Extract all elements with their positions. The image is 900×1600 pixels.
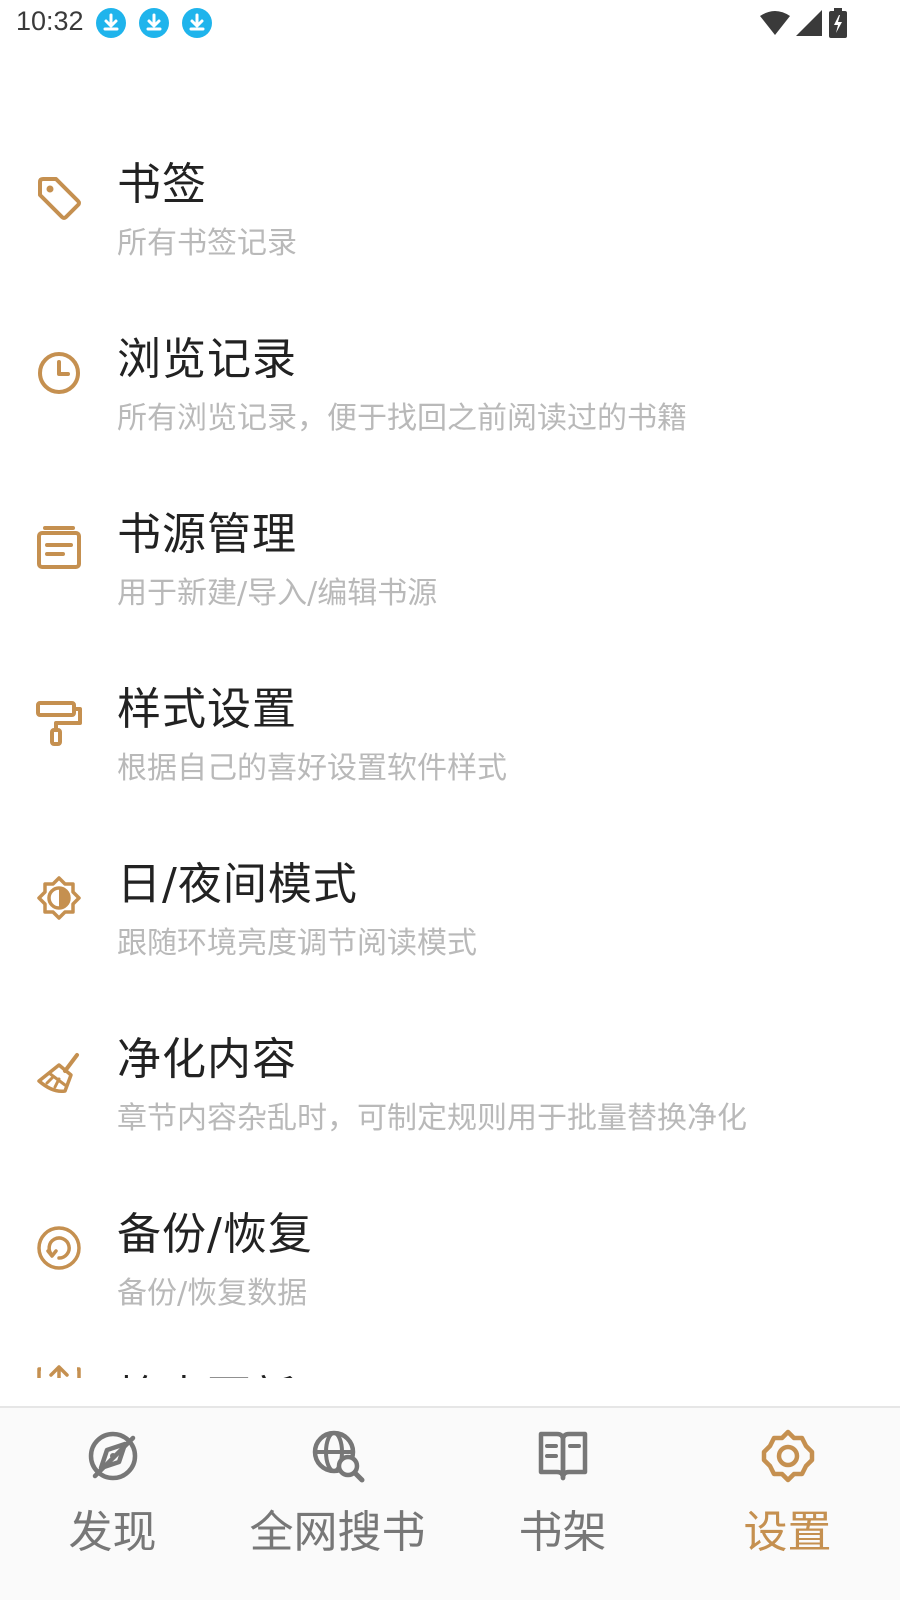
download-icon [96,8,126,38]
compass-icon [88,1431,137,1481]
setting-title: 日/夜间模式 [117,859,358,910]
setting-desc: 所有浏览记录，便于找回之前阅读过的书籍 [117,401,687,436]
setting-desc: 所有书签记录 [117,226,297,261]
clock-icon [38,352,80,394]
setting-title: 样式设置 [117,684,297,735]
setting-title: 书源管理 [117,509,297,560]
download-icon [182,8,212,38]
settings-screen: 10:32 书签 所有书签记录 浏览记录 所有浏览记录，便于找回之前阅读过的书籍… [0,0,900,1600]
bookshelf-icon [538,1431,587,1481]
restore-icon [37,1226,81,1270]
nav-label: 发现 [68,1507,157,1558]
setting-desc: 备份/恢复数据 [117,1276,308,1311]
setting-title: 净化内容 [117,1034,297,1085]
status-indicators [760,8,848,38]
update-icon [37,1365,81,1378]
nav-discover[interactable]: 发现 [0,1408,225,1600]
nav-web-search[interactable]: 全网搜书 [225,1408,450,1600]
setting-title: 检查更新 [117,1361,297,1378]
setting-title: 书签 [117,159,207,210]
nav-label: 书架 [518,1507,607,1558]
day-night-icon [37,876,81,920]
setting-day-night[interactable]: 日/夜间模式 跟随环境亮度调节阅读模式 [0,800,900,975]
setting-style[interactable]: 样式设置 根据自己的喜好设置软件样式 [0,625,900,800]
settings-list: 书签 所有书签记录 浏览记录 所有浏览记录，便于找回之前阅读过的书籍 书源管理 … [0,100,900,1378]
bottom-navigation: 发现 全网搜书 书架 设置 [0,1406,900,1600]
setting-bookmarks[interactable]: 书签 所有书签记录 [0,100,900,275]
nav-label: 设置 [743,1507,832,1558]
broom-icon [37,1053,79,1094]
status-time: 10:32 [16,6,84,36]
nav-bookshelf[interactable]: 书架 [450,1408,675,1600]
setting-history[interactable]: 浏览记录 所有浏览记录，便于找回之前阅读过的书籍 [0,275,900,450]
setting-book-source[interactable]: 书源管理 用于新建/导入/编辑书源 [0,450,900,625]
download-icon [139,8,169,38]
gear-icon [761,1429,814,1483]
status-bar: 10:32 [0,0,900,50]
tag-icon [38,177,81,220]
setting-title: 浏览记录 [117,334,297,385]
setting-desc: 根据自己的喜好设置软件样式 [117,751,507,786]
battery-charging-icon [829,8,847,38]
nav-settings[interactable]: 设置 [675,1408,900,1600]
setting-title: 备份/恢复 [117,1209,313,1260]
cell-signal-icon [796,10,822,36]
setting-desc: 章节内容杂乱时，可制定规则用于批量替换净化 [117,1101,747,1136]
nav-label: 全网搜书 [249,1507,426,1558]
setting-desc: 用于新建/导入/编辑书源 [117,576,438,611]
document-list-icon [37,526,81,569]
setting-check-update[interactable]: 检查更新 [0,1325,900,1378]
paint-roller-icon [36,701,82,746]
setting-backup[interactable]: 备份/恢复 备份/恢复数据 [0,1150,900,1325]
wifi-icon [760,11,790,35]
setting-desc: 跟随环境亮度调节阅读模式 [117,926,477,961]
web-search-icon [312,1430,364,1483]
setting-purify[interactable]: 净化内容 章节内容杂乱时，可制定规则用于批量替换净化 [0,975,900,1150]
